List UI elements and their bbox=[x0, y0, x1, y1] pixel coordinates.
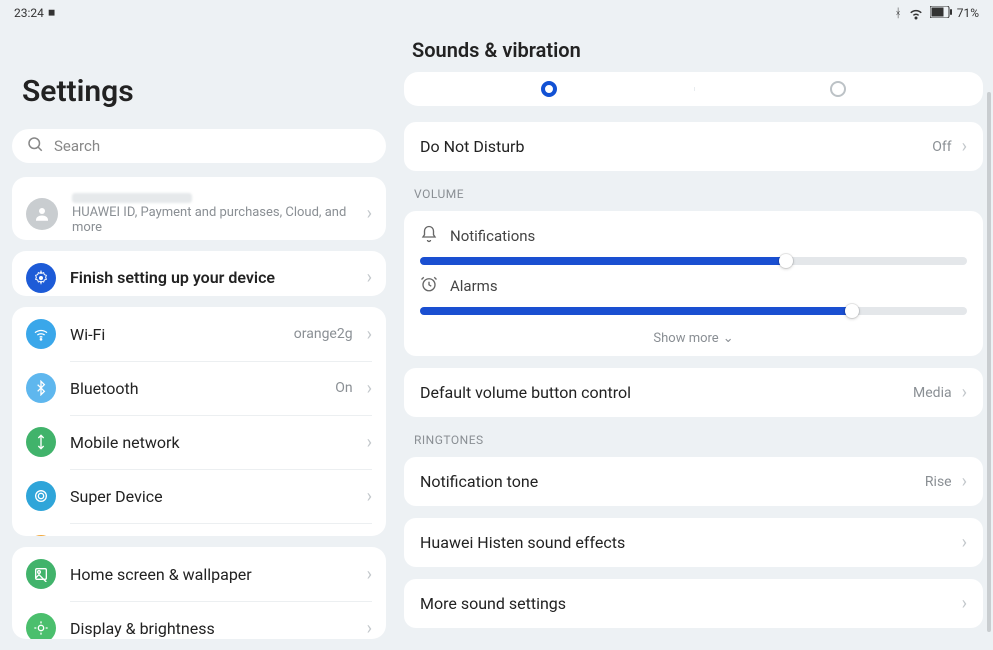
finish-setup-label: Finish setting up your device bbox=[70, 268, 353, 287]
sidebar-item-label: Super Device bbox=[70, 487, 353, 506]
chevron-right-icon: › bbox=[367, 203, 372, 224]
sidebar-item-display[interactable]: Display & brightness › bbox=[12, 601, 386, 639]
radio-unselected-icon bbox=[830, 81, 846, 97]
notification-tone-row[interactable]: Notification tone Rise › bbox=[404, 457, 983, 506]
finish-setup-row[interactable]: Finish setting up your device › bbox=[12, 251, 386, 297]
chevron-right-icon: › bbox=[367, 324, 372, 345]
notif-tone-value: Rise bbox=[925, 474, 952, 490]
radio-selected-icon bbox=[541, 81, 557, 97]
chevron-right-icon: › bbox=[367, 564, 372, 585]
scrollbar[interactable] bbox=[987, 92, 991, 632]
battery-percent: 71% bbox=[957, 6, 979, 20]
volume-label: Alarms bbox=[450, 277, 498, 295]
page-title: Settings bbox=[12, 22, 386, 129]
chevron-right-icon: › bbox=[367, 432, 372, 453]
bluetooth-icon bbox=[26, 373, 56, 403]
mode-selector bbox=[404, 72, 983, 106]
account-row[interactable]: HUAWEI ID, Payment and purchases, Cloud,… bbox=[12, 177, 386, 240]
battery-icon bbox=[930, 6, 952, 21]
mode-option-1[interactable] bbox=[404, 81, 694, 97]
dnd-label: Do Not Disturb bbox=[420, 137, 922, 156]
chevron-down-icon: ⌄ bbox=[723, 331, 734, 346]
notifications-slider[interactable] bbox=[420, 257, 967, 265]
sidebar-item-label: Home screen & wallpaper bbox=[70, 565, 353, 584]
search-input[interactable]: Search bbox=[12, 129, 386, 163]
slider-thumb[interactable] bbox=[779, 254, 793, 268]
chevron-right-icon: › bbox=[367, 378, 372, 399]
bluetooth-status-icon: ᚼ bbox=[895, 6, 902, 20]
content-title: Sounds & vibration bbox=[404, 22, 983, 72]
status-time: 23:24 bbox=[14, 6, 44, 20]
default-btn-label: Default volume button control bbox=[420, 383, 903, 402]
wifi-status-icon bbox=[907, 3, 925, 24]
brightness-icon bbox=[26, 613, 56, 639]
notif-indicator-icon: ◼ bbox=[48, 8, 55, 18]
slider-thumb[interactable] bbox=[845, 304, 859, 318]
default-volume-button-row[interactable]: Default volume button control Media › bbox=[404, 368, 983, 417]
wallpaper-icon bbox=[26, 559, 56, 589]
link-icon bbox=[26, 535, 56, 536]
default-btn-value: Media bbox=[913, 385, 952, 401]
sidebar-item-more-connections[interactable]: More connections › bbox=[12, 523, 386, 536]
histen-label: Huawei Histen sound effects bbox=[420, 533, 952, 552]
account-subtitle: HUAWEI ID, Payment and purchases, Cloud,… bbox=[72, 205, 353, 235]
chevron-right-icon: › bbox=[367, 486, 372, 507]
notif-tone-label: Notification tone bbox=[420, 472, 915, 491]
volume-card: Notifications Alarms bbox=[404, 211, 983, 356]
show-more-button[interactable]: Show more ⌄ bbox=[420, 325, 967, 346]
chevron-right-icon: › bbox=[367, 618, 372, 639]
bell-icon bbox=[420, 225, 438, 247]
sidebar-item-label: Display & brightness bbox=[70, 619, 353, 638]
more-sound-label: More sound settings bbox=[420, 594, 952, 613]
volume-section-label: VOLUME bbox=[404, 183, 983, 211]
content-pane: Sounds & vibration Do Not Disturb Off › … bbox=[398, 22, 993, 650]
sidebar-item-label: Bluetooth bbox=[70, 379, 321, 398]
slider-fill bbox=[420, 307, 852, 315]
chevron-right-icon: › bbox=[962, 471, 967, 492]
settings-sidebar: Settings Search HUAWEI ID, Payment and p… bbox=[0, 22, 398, 650]
avatar-icon bbox=[26, 198, 58, 230]
chevron-right-icon: › bbox=[962, 136, 967, 157]
sidebar-item-bluetooth[interactable]: Bluetooth On › bbox=[12, 361, 386, 415]
status-bar: 23:24 ◼ ᚼ 71% bbox=[0, 0, 993, 22]
sidebar-item-label: Wi-Fi bbox=[70, 325, 280, 344]
chevron-right-icon: › bbox=[962, 382, 967, 403]
histen-row[interactable]: Huawei Histen sound effects › bbox=[404, 518, 983, 567]
sidebar-item-mobile-network[interactable]: Mobile network › bbox=[12, 415, 386, 469]
do-not-disturb-row[interactable]: Do Not Disturb Off › bbox=[404, 122, 983, 171]
sidebar-item-super-device[interactable]: Super Device › bbox=[12, 469, 386, 523]
chevron-right-icon: › bbox=[962, 532, 967, 553]
sidebar-item-value: On bbox=[335, 380, 352, 396]
sidebar-item-value: orange2g bbox=[294, 326, 353, 342]
sidebar-item-home-screen[interactable]: Home screen & wallpaper › bbox=[12, 547, 386, 601]
wifi-icon bbox=[26, 319, 56, 349]
sidebar-item-label: Mobile network bbox=[70, 433, 353, 452]
account-name-redacted bbox=[72, 193, 192, 203]
alarms-slider[interactable] bbox=[420, 307, 967, 315]
dnd-value: Off bbox=[932, 139, 951, 155]
mode-option-2[interactable] bbox=[694, 81, 984, 97]
super-device-icon bbox=[26, 481, 56, 511]
gear-icon bbox=[26, 263, 56, 293]
chevron-right-icon: › bbox=[962, 593, 967, 614]
sidebar-item-wifi[interactable]: Wi-Fi orange2g › bbox=[12, 307, 386, 361]
show-more-label: Show more bbox=[653, 331, 718, 346]
chevron-right-icon: › bbox=[367, 267, 372, 288]
volume-label: Notifications bbox=[450, 227, 535, 245]
search-placeholder: Search bbox=[54, 137, 100, 155]
alarm-icon bbox=[420, 275, 438, 297]
ringtones-section-label: RINGTONES bbox=[404, 429, 983, 457]
search-icon bbox=[26, 135, 44, 157]
more-sound-row[interactable]: More sound settings › bbox=[404, 579, 983, 628]
slider-fill bbox=[420, 257, 786, 265]
mobile-network-icon bbox=[26, 427, 56, 457]
